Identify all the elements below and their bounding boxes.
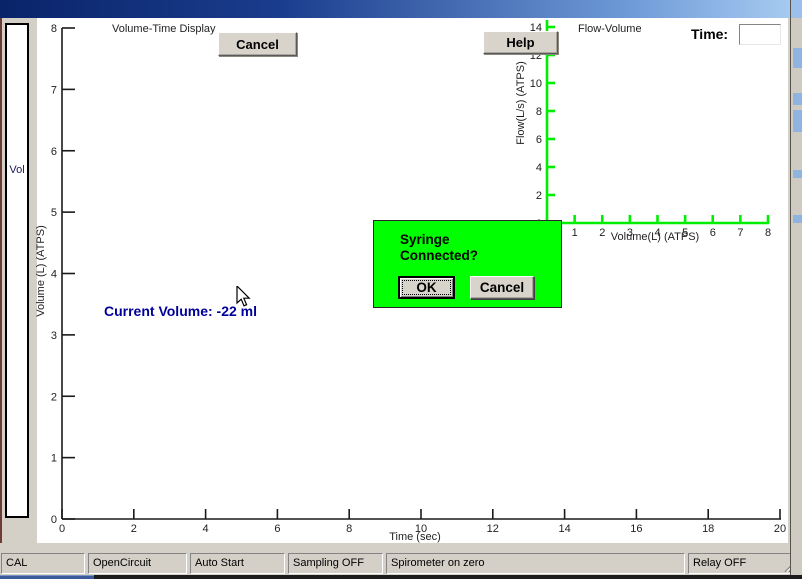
window-left-border [0, 18, 2, 545]
tick-label: 1 [51, 453, 57, 465]
status-cal: CAL [1, 553, 85, 574]
syringe-dialog: Syringe Connected? OK Cancel [373, 220, 562, 308]
tick-label: 8 [536, 106, 542, 118]
background-window-titlebar-sliver [791, 0, 802, 18]
background-window-fragment [793, 93, 802, 105]
tick-label: 0 [59, 523, 65, 535]
taskbar-strip [0, 575, 802, 579]
tick-label: 6 [536, 134, 542, 146]
dialog-cancel-button[interactable]: Cancel [470, 276, 534, 299]
status-open-circuit: OpenCircuit [88, 553, 187, 574]
syringe-dialog-message: Syringe Connected? [400, 232, 478, 264]
status-relay: Relay OFF [688, 553, 798, 574]
background-window-strip [790, 0, 802, 575]
status-bar: CAL OpenCircuit Auto Start Sampling OFF … [1, 553, 798, 574]
window-titlebar[interactable]: OMI Spirometry Main Program - Version 5.… [0, 0, 790, 18]
tick-label: 10 [530, 78, 542, 90]
tick-label: 20 [774, 523, 786, 535]
status-sampling: Sampling OFF [288, 553, 383, 574]
tick-label: 14 [558, 523, 570, 535]
background-window-fragment [793, 110, 802, 132]
mouse-cursor-icon [236, 286, 252, 308]
tick-label: 6 [51, 146, 57, 158]
volume-time-xlabel: Time (sec) [325, 531, 505, 543]
tick-label: 16 [630, 523, 642, 535]
background-window-fragment [793, 215, 802, 223]
volume-time-ylabel: Volume (L) (ATPS) [35, 171, 47, 371]
status-auto-start: Auto Start [190, 553, 285, 574]
tick-label: 2 [536, 190, 542, 202]
vol-panel: Vol [5, 23, 29, 518]
tick-label: 18 [702, 523, 714, 535]
help-button[interactable]: Help [483, 31, 558, 54]
tick-label: 8 [765, 227, 771, 239]
tick-label: 7 [51, 84, 57, 96]
tick-label: 2 [131, 523, 137, 535]
tick-label: 4 [536, 162, 542, 174]
tick-label: 4 [51, 269, 57, 281]
tick-label: 4 [203, 523, 209, 535]
background-window-fragment [793, 170, 802, 178]
tick-label: 5 [51, 207, 57, 219]
status-spirometer: Spirometer on zero [386, 553, 685, 574]
current-volume-readout: Current Volume: -22 ml [104, 303, 257, 319]
tick-label: 6 [274, 523, 280, 535]
status-relay-text: Relay OFF [693, 557, 746, 569]
tick-label: 8 [51, 23, 57, 35]
flow-volume-xlabel: Volume(L) (ATPS) [565, 231, 745, 243]
background-window-fragment [793, 48, 802, 68]
time-input[interactable] [739, 24, 781, 45]
vol-panel-label: Vol [8, 164, 26, 176]
taskbar-strip-blue [0, 575, 94, 579]
app-window: OMI Spirometry Main Program - Version 5.… [0, 0, 802, 579]
time-label: Time: [691, 26, 728, 42]
tick-label: 0 [51, 514, 57, 526]
tick-label: 2 [51, 391, 57, 403]
flow-volume-chart: 1234567802468101214 [520, 18, 795, 250]
cancel-button[interactable]: Cancel [218, 32, 297, 56]
tick-label: 3 [51, 330, 57, 342]
ok-button[interactable]: OK [398, 276, 455, 299]
